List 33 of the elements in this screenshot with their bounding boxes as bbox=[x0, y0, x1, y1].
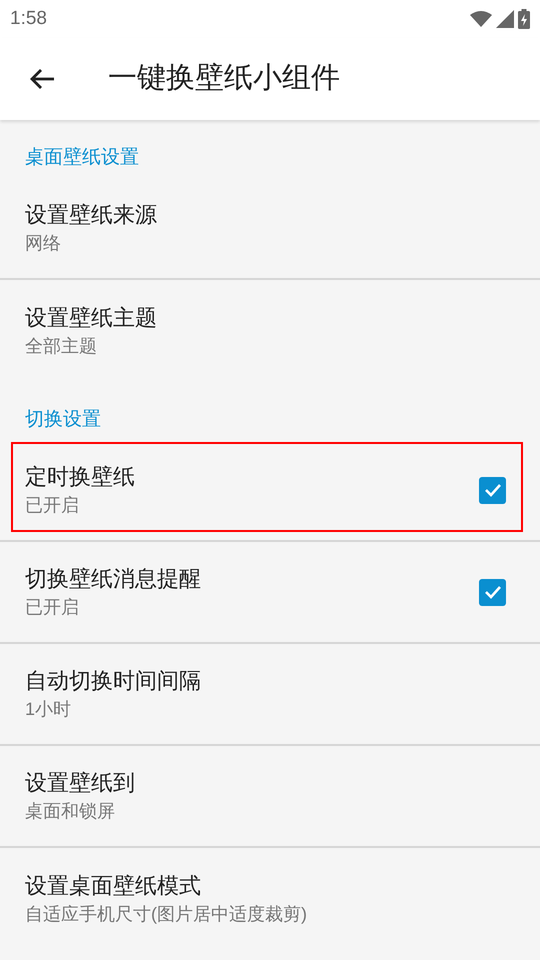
settings-item[interactable]: 自动切换时间间隔 1小时 bbox=[0, 644, 540, 746]
settings-item[interactable]: 设置壁纸来源 网络 bbox=[0, 178, 540, 280]
signal-icon bbox=[496, 10, 514, 28]
section-header: 切换设置 bbox=[25, 408, 101, 432]
checkbox[interactable] bbox=[479, 578, 506, 606]
settings-item[interactable]: 设置桌面壁纸模式 自适应手机尺寸(图片居中适度裁剪) bbox=[0, 848, 540, 950]
back-arrow-icon bbox=[29, 68, 55, 90]
item-title: 设置壁纸到 bbox=[25, 769, 136, 797]
item-title: 设置壁纸主题 bbox=[25, 304, 158, 332]
item-title: 设置壁纸来源 bbox=[25, 201, 158, 229]
status-time: 1:58 bbox=[10, 6, 47, 31]
item-summary: 已开启 bbox=[25, 494, 80, 517]
item-title: 切换壁纸消息提醒 bbox=[25, 565, 202, 593]
settings-item[interactable]: 定时换壁纸 已开启 bbox=[0, 440, 540, 542]
settings-item[interactable]: 设置壁纸主题 全部主题 bbox=[0, 280, 540, 382]
wifi-icon bbox=[470, 11, 492, 27]
item-summary: 全部主题 bbox=[25, 335, 98, 358]
item-summary: 1小时 bbox=[25, 698, 72, 721]
item-title: 设置桌面壁纸模式 bbox=[25, 872, 202, 900]
settings-item[interactable]: 设置壁纸到 桌面和锁屏 bbox=[0, 746, 540, 848]
item-summary: 网络 bbox=[25, 232, 62, 255]
item-summary: 已开启 bbox=[25, 596, 80, 619]
check-icon bbox=[484, 483, 502, 497]
item-summary: 桌面和锁屏 bbox=[25, 800, 116, 823]
check-icon bbox=[484, 585, 502, 599]
battery-icon bbox=[518, 9, 530, 29]
item-title: 自动切换时间间隔 bbox=[25, 667, 202, 695]
item-title: 定时换壁纸 bbox=[25, 463, 136, 491]
settings-item[interactable]: 切换壁纸消息提醒 已开启 bbox=[0, 542, 540, 644]
item-summary: 自适应手机尺寸(图片居中适度裁剪) bbox=[25, 903, 308, 926]
screen-title: 一键换壁纸小组件 bbox=[108, 61, 340, 96]
checkbox[interactable] bbox=[479, 476, 506, 504]
section-header: 桌面壁纸设置 bbox=[25, 146, 139, 170]
